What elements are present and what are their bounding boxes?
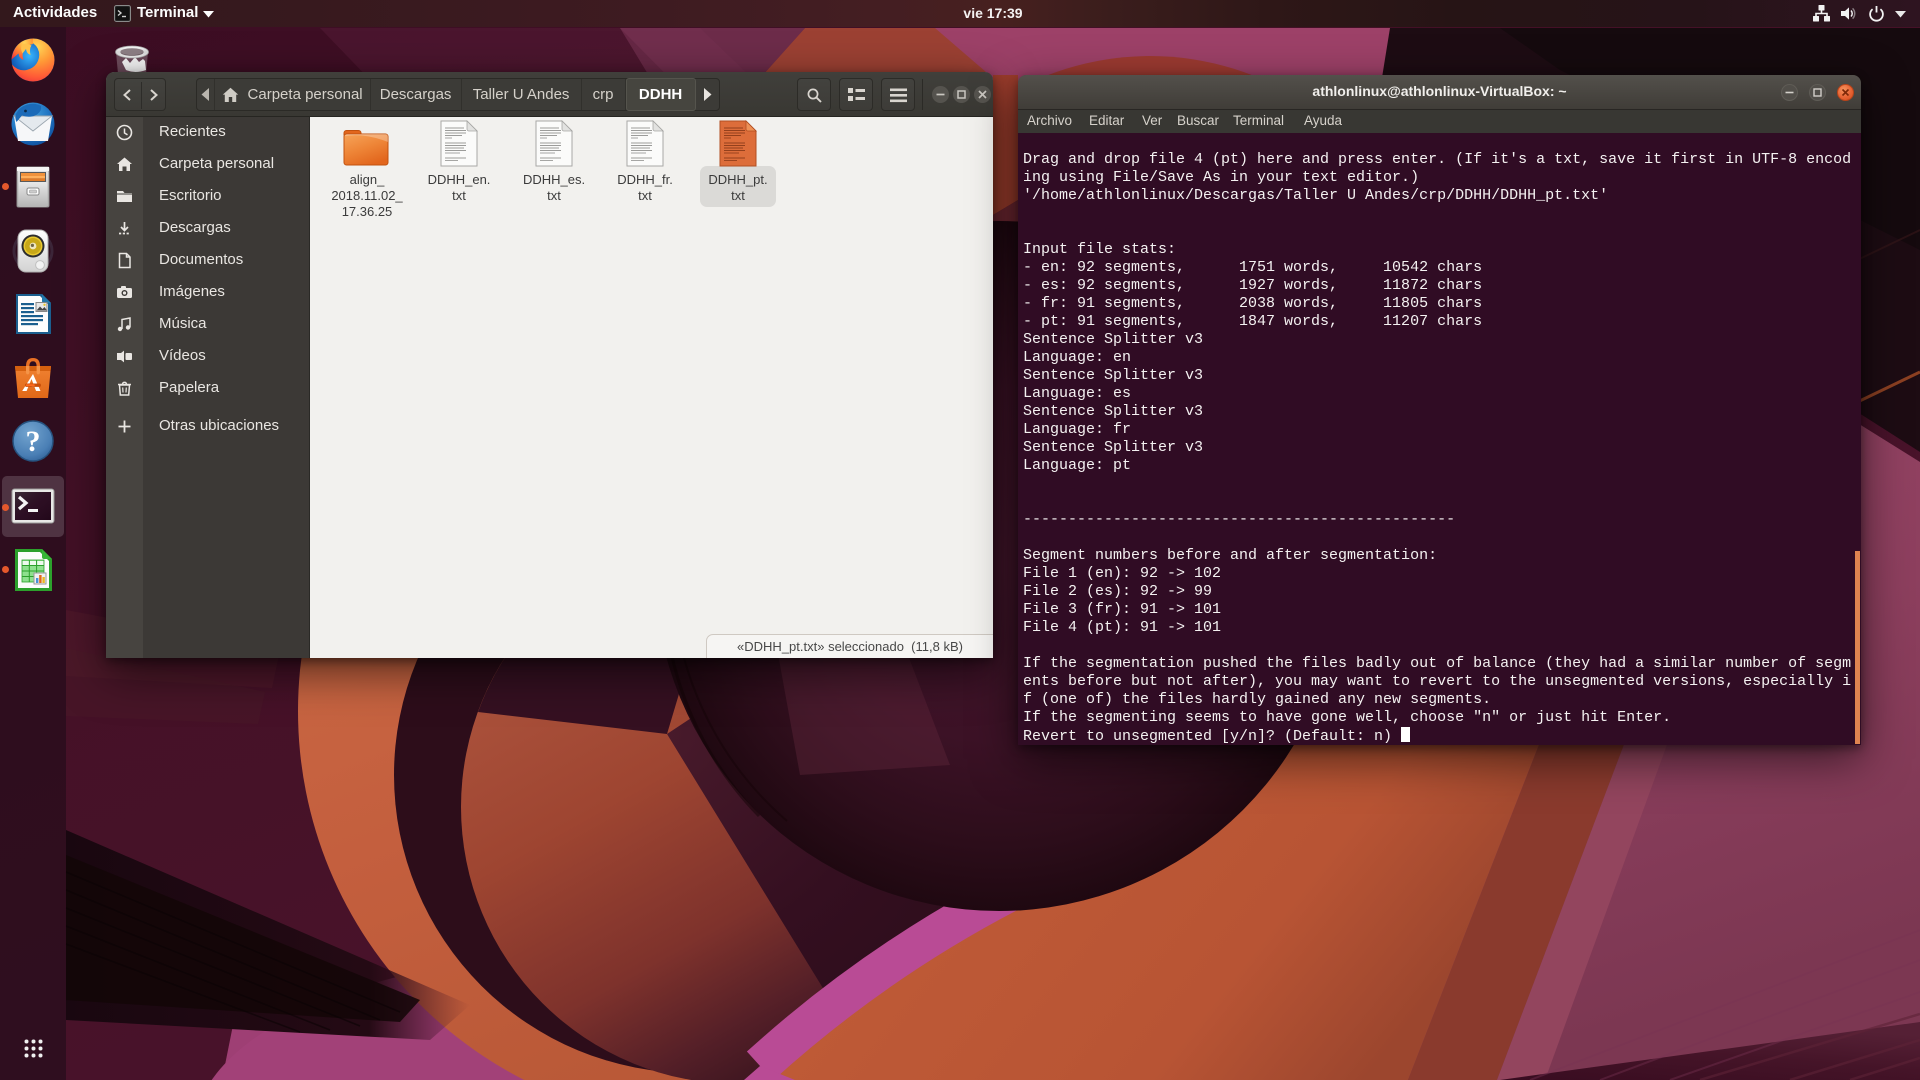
svg-text:?: ? [26,425,41,458]
